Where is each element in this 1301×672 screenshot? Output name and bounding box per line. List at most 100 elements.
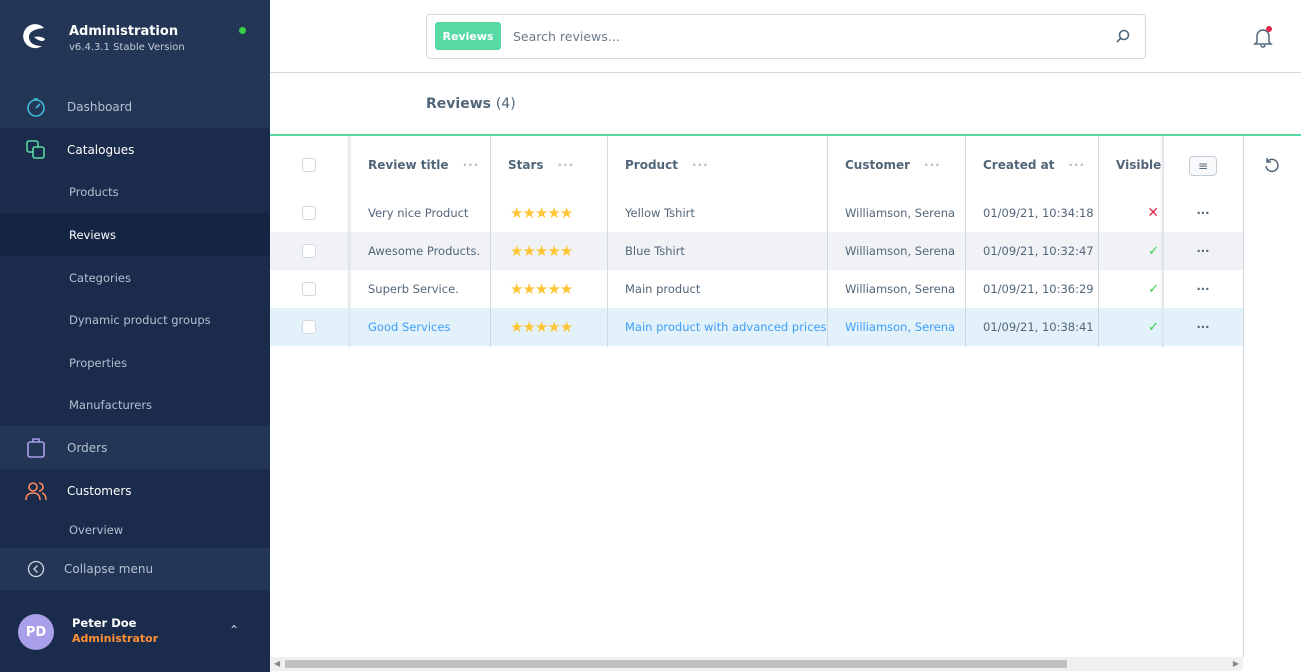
sidebar-item-reviews[interactable]: Reviews [0, 213, 270, 256]
row-checkbox[interactable] [302, 206, 316, 220]
review-title[interactable]: Very nice Product [350, 194, 468, 232]
shopware-logo-icon [23, 24, 45, 49]
column-label: Customer [845, 157, 911, 172]
scrollbar-thumb[interactable] [285, 660, 1067, 668]
customer-name[interactable]: Williamson, Serena [827, 194, 955, 232]
column-header-customer[interactable]: Customer ··· [827, 136, 941, 193]
star-rating: ★ ★ ★ ★ ★ [490, 232, 573, 270]
row-actions-button[interactable]: ··· [1163, 194, 1243, 232]
row-checkbox[interactable] [302, 282, 316, 296]
sidebar-item-orders[interactable]: Orders [0, 426, 270, 469]
star-icon: ★ [547, 242, 560, 260]
checkmark-icon: ✓ [1148, 281, 1159, 297]
sidebar-item-label: Categories [69, 270, 131, 285]
column-menu-icon[interactable]: ··· [692, 158, 709, 172]
created-at: 01/09/21, 10:34:18 [983, 206, 1094, 220]
column-header-created-at[interactable]: Created at ··· [965, 136, 1085, 193]
column-header-stars[interactable]: Stars ··· [490, 136, 574, 193]
review-title[interactable]: Awesome Products. [350, 232, 480, 270]
star-icon: ★ [510, 204, 523, 222]
sticky-column-shadow [1160, 136, 1164, 347]
sidebar-item-label: Orders [67, 440, 108, 455]
sidebar-item-label: Manufacturers [69, 398, 153, 412]
star-icon: ★ [522, 242, 535, 260]
select-all-checkbox[interactable] [302, 157, 316, 172]
product-name[interactable]: Blue Tshirt [607, 232, 685, 270]
sidebar-item-products[interactable]: Products [0, 171, 270, 213]
sidebar-item-label: Products [69, 185, 119, 199]
horizontal-scrollbar[interactable]: ◀ ▶ [270, 657, 1243, 671]
star-icon: ★ [522, 280, 535, 298]
product-name[interactable]: Yellow Tshirt [607, 194, 695, 232]
notification-bell-icon[interactable] [1252, 26, 1274, 48]
sidebar-panel-divider [1243, 136, 1244, 657]
row-actions-button[interactable]: ··· [1163, 308, 1243, 346]
visible-status: ✓ [1098, 270, 1163, 308]
brand: Administration v6.4.3.1 Stable Version [0, 0, 270, 85]
sticky-column-shadow [348, 136, 352, 347]
row-checkbox[interactable] [302, 244, 316, 258]
review-count: (4) [495, 96, 516, 112]
column-settings-button[interactable]: ≡ [1189, 156, 1217, 176]
row-actions-button[interactable]: ··· [1163, 270, 1243, 308]
refresh-icon[interactable] [1263, 156, 1281, 174]
star-icon: ★ [547, 204, 560, 222]
user-name: Peter Doe [72, 616, 137, 630]
sidebar-item-overview[interactable]: Overview [0, 512, 270, 548]
search-input[interactable] [513, 23, 1093, 49]
star-icon: ★ [510, 242, 523, 260]
search-icon[interactable] [1115, 28, 1131, 44]
column-label: Review title [368, 157, 449, 172]
column-label: Visible [1116, 157, 1162, 172]
column-header-title[interactable]: Review title ··· [350, 136, 479, 193]
scroll-right-icon[interactable]: ▶ [1233, 659, 1239, 668]
page-title-text: Reviews [426, 96, 491, 112]
star-rating: ★ ★ ★ ★ ★ [490, 270, 573, 308]
sidebar-item-customers[interactable]: Customers [0, 469, 270, 512]
row-checkbox[interactable] [302, 320, 316, 334]
customers-icon [25, 481, 47, 500]
sidebar-item-dashboard[interactable]: Dashboard [0, 85, 270, 128]
cross-icon: ✕ [1147, 205, 1159, 221]
sidebar-item-label: Properties [69, 355, 128, 370]
user-role: Administrator [72, 632, 159, 645]
checkmark-icon: ✓ [1148, 319, 1159, 335]
sidebar-item-label: Catalogues [67, 142, 135, 157]
app-version: v6.4.3.1 Stable Version [69, 42, 185, 53]
review-title[interactable]: Superb Service. [350, 270, 459, 308]
menu-lines-icon: ≡ [1197, 159, 1209, 173]
chevron-left-circle-icon [27, 560, 45, 578]
review-title[interactable]: Good Services [350, 308, 450, 346]
visible-status: ✓ [1098, 232, 1163, 270]
customer-name[interactable]: Williamson, Serena [827, 308, 955, 346]
column-label: Created at [983, 157, 1055, 172]
catalogues-icon [26, 139, 45, 159]
sidebar-item-catalogues[interactable]: Catalogues [0, 128, 270, 171]
collapse-menu-button[interactable]: Collapse menu [0, 548, 270, 590]
sidebar-item-categories[interactable]: Categories [0, 256, 270, 299]
product-name[interactable]: Main product with advanced prices [607, 308, 827, 346]
column-menu-icon[interactable]: ··· [924, 158, 941, 172]
customer-name[interactable]: Williamson, Serena [827, 270, 955, 308]
column-header-visible[interactable]: Visible [1098, 136, 1161, 193]
column-header-product[interactable]: Product ··· [607, 136, 709, 193]
star-rating: ★ ★ ★ ★ ★ [490, 308, 573, 346]
created-at: 01/09/21, 10:36:29 [983, 282, 1094, 296]
column-menu-icon[interactable]: ··· [558, 158, 575, 172]
user-menu[interactable]: PD Peter Doe Administrator ⌃ [0, 590, 270, 672]
sidebar-item-properties[interactable]: Properties [0, 341, 270, 384]
sidebar-item-label: Dynamic product groups [69, 313, 211, 327]
avatar: PD [18, 614, 54, 650]
column-menu-icon[interactable]: ··· [463, 158, 480, 172]
sidebar-item-label: Customers [67, 483, 132, 498]
product-name[interactable]: Main product [607, 270, 700, 308]
sidebar-item-dynamic-product-groups[interactable]: Dynamic product groups [0, 299, 270, 341]
customer-name[interactable]: Williamson, Serena [827, 232, 955, 270]
scroll-left-icon[interactable]: ◀ [274, 659, 280, 668]
sidebar: Administration v6.4.3.1 Stable Version D… [0, 0, 270, 672]
row-actions-button[interactable]: ··· [1163, 232, 1243, 270]
chevron-up-icon[interactable]: ⌃ [229, 623, 239, 637]
column-menu-icon[interactable]: ··· [1068, 158, 1085, 172]
sidebar-item-manufacturers[interactable]: Manufacturers [0, 384, 270, 426]
search-type-chip[interactable]: Reviews [435, 22, 501, 50]
